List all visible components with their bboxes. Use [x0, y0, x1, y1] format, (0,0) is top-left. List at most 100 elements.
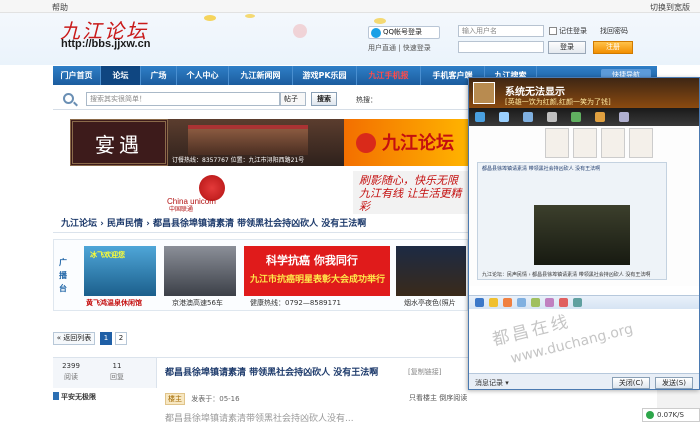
thumbnail[interactable] [601, 128, 625, 158]
screenshot-icon[interactable] [573, 298, 582, 307]
find-password-link[interactable]: 找回密码 [600, 26, 628, 36]
ad-banner-restaurant[interactable]: 宴遇 订餐热线：8357767 位置：九江市浔阳西路21号 九江论坛 [70, 119, 468, 166]
app-icon[interactable] [595, 112, 605, 122]
thread-header: 2399 阅读 11 回复 都昌县徐埠镇请素清 带领黑社会持凶砍人 没有王法啊 … [53, 357, 468, 422]
ad-cancer-subtitle: 九江市抗癌明星表彰大会成功举行 [250, 275, 386, 285]
shake-icon[interactable] [517, 298, 526, 307]
breadcrumb-home[interactable]: 九江论坛 [61, 219, 97, 229]
banner-forum-text: 九江论坛 [382, 133, 454, 154]
qq-chat-window[interactable]: 系统无法显示 [英雄一饮为红颜,红颜一笑为了钱] 都昌县徐埠镇请素清 带领黑社会… [468, 77, 700, 390]
message-record-button[interactable]: 消息记录 ▾ [475, 378, 509, 388]
thumbnail[interactable] [573, 128, 597, 158]
page-1[interactable]: 1 [100, 332, 112, 345]
username-input[interactable]: 输入用户名 [458, 25, 544, 37]
remote-assist-icon[interactable] [547, 112, 557, 122]
voice-icon[interactable] [531, 298, 540, 307]
send-button[interactable]: 发送(S) [655, 377, 693, 389]
register-button[interactable]: 注册 [593, 41, 633, 54]
nav-item-forum[interactable]: 论坛 [101, 66, 141, 85]
back-to-list-button[interactable]: « 返回列表 [53, 332, 95, 345]
help-link[interactable]: 帮助 [52, 2, 68, 13]
thread-stats: 2399 阅读 11 回复 [53, 358, 157, 388]
password-input[interactable] [458, 41, 544, 53]
post-meta: 楼主 发表于：05-16 [165, 393, 240, 405]
unicom-area: China unicom 中国联通 [53, 171, 353, 214]
ad-caption-cancer[interactable]: 健康热线：0792—8589171 [250, 298, 341, 308]
nav-item-mobile-news[interactable]: 九江手机报 [357, 66, 421, 85]
remember-checkbox[interactable] [549, 27, 557, 35]
login-button[interactable]: 登录 [548, 41, 586, 54]
breadcrumb-title[interactable]: 都昌县徐埠镇请素清 带领黑社会持凶砍人 没有王法啊 [153, 219, 366, 229]
ad-item-night[interactable] [396, 246, 466, 296]
ad-item-cancer[interactable]: 科学抗癌 你我同行 九江市抗癌明星表彰大会成功举行 [244, 246, 390, 296]
qq-bottom-bar: 消息记录 ▾ 关闭(C) 发送(S) [469, 373, 699, 389]
user-icon [53, 392, 59, 400]
quick-links[interactable]: 用户直通 | 快速登录 [368, 43, 431, 53]
breadcrumb-sep: › [146, 219, 153, 229]
search-type-select[interactable]: 帖子 [280, 92, 306, 106]
switch-width-link[interactable]: 切换到宽版 [650, 2, 690, 13]
broadcast-ad-strip: 广播台 冰飞欢迎您 黄飞鸿温泉休闲馆 京港澳高速56车 科学抗癌 你我同行 九江… [53, 239, 468, 311]
ad-caption-highway[interactable]: 京港澳高速56车 [172, 298, 223, 308]
post-date: 发表于：05-16 [191, 395, 240, 403]
browser-page: 帮助 切换到宽版 九江论坛 http://bbs.jjxw.cn QQ帐号登录 … [0, 0, 700, 422]
qq-title-bar[interactable]: 系统无法显示 [英雄一饮为红颜,红颜一笑为了钱] [469, 78, 699, 108]
banner-slogan: 刷影随心，快乐无限 九江有线 让生活更精彩 [353, 171, 468, 214]
preview-footer: 九江论坛：民声民情 › 都昌县徐埠镇请素清 带领黑社会持凶砍人 没有王法啊 [482, 272, 651, 278]
ad-caption-pool[interactable]: 黄飞鸿温泉休闲馆 [86, 298, 142, 308]
pagination: « 返回列表 1 2 [53, 332, 253, 347]
ad-pool-badge: 冰飞欢迎您 [90, 251, 125, 259]
author-name[interactable]: 平安无极限 [61, 392, 96, 402]
replies-label: 回复 [110, 373, 124, 381]
ad-item-highway[interactable] [164, 246, 236, 296]
qq-toolbar [469, 108, 699, 126]
breadcrumb: 九江论坛 › 民声民情 › 都昌县徐埠镇请素清 带领黑社会持凶砍人 没有王法啊 [53, 216, 468, 233]
nav-item-portal[interactable]: 门户首页 [53, 66, 101, 85]
breadcrumb-section[interactable]: 民声民情 [107, 219, 143, 229]
thread-title: 都昌县徐埠镇请素清 带领黑社会持凶砍人 没有王法啊 [165, 368, 379, 378]
views-label: 阅读 [64, 373, 78, 381]
nav-item-games[interactable]: 游戏PK乐园 [293, 66, 357, 85]
search-input[interactable]: 搜索其实很简单！ [86, 92, 280, 106]
ad-item-pool[interactable]: 冰飞欢迎您 [84, 246, 156, 296]
qq-login-button[interactable]: QQ帐号登录 [368, 26, 440, 39]
broadcast-label: 广播台 [59, 258, 67, 293]
site-url: http://bbs.jjxw.cn [61, 38, 151, 50]
shared-page-preview[interactable]: 都昌县徐埠镇请素清 带领黑社会持凶砍人 没有王法啊 九江论坛：民声民情 › 都昌… [477, 162, 667, 280]
network-status-icon [646, 411, 654, 419]
views-count: 2399 [62, 362, 80, 370]
qq-login-label: QQ帐号登录 [383, 28, 423, 36]
nav-item-square[interactable]: 广场 [141, 66, 177, 85]
video-call-icon[interactable] [475, 112, 485, 122]
only-author-link[interactable]: 只看楼主 倒序阅读 [409, 393, 467, 403]
file-transfer-icon[interactable] [523, 112, 533, 122]
breadcrumb-sep: › [100, 219, 107, 229]
banner-forum-logo: 九江论坛 [344, 119, 468, 166]
ad-caption-night[interactable]: 烟水亭夜色(照片 [404, 298, 456, 308]
qq-message-area[interactable]: 都昌县徐埠镇请素清 带领黑社会持凶砍人 没有王法啊 九江论坛：民声民情 › 都昌… [469, 126, 699, 286]
top-strip: 帮助 切换到宽版 [0, 0, 700, 13]
thumbnail[interactable] [629, 128, 653, 158]
search-button[interactable]: 搜索 [311, 92, 337, 106]
image-icon[interactable] [545, 298, 554, 307]
emoji-icon[interactable] [489, 298, 498, 307]
preview-title: 都昌县徐埠镇请素清 带领黑社会持凶砍人 没有王法啊 [482, 166, 601, 172]
hot-search-label: 热搜： [356, 96, 377, 104]
banner-building-image: 订餐热线：8357767 位置：九江市浔阳西路21号 [168, 119, 344, 166]
avatar[interactable] [473, 82, 495, 104]
search-icon [63, 93, 74, 104]
nav-item-news[interactable]: 九江新闻网 [229, 66, 293, 85]
copy-link[interactable]: [复制链接] [408, 367, 441, 377]
remember-label: 记住登录 [559, 27, 587, 35]
voice-call-icon[interactable] [499, 112, 509, 122]
ad-banner-unicom[interactable]: China unicom 中国联通 刷影随心，快乐无限 九江有线 让生活更精彩 [53, 171, 468, 214]
close-button[interactable]: 关闭(C) [612, 377, 650, 389]
magic-emoji-icon[interactable] [503, 298, 512, 307]
qq-icon [371, 28, 381, 38]
group-icon[interactable] [571, 112, 581, 122]
more-icon[interactable] [619, 112, 629, 122]
nav-item-profile[interactable]: 个人中心 [177, 66, 229, 85]
thumbnail[interactable] [545, 128, 569, 158]
font-icon[interactable] [475, 298, 484, 307]
page-2[interactable]: 2 [115, 332, 127, 345]
